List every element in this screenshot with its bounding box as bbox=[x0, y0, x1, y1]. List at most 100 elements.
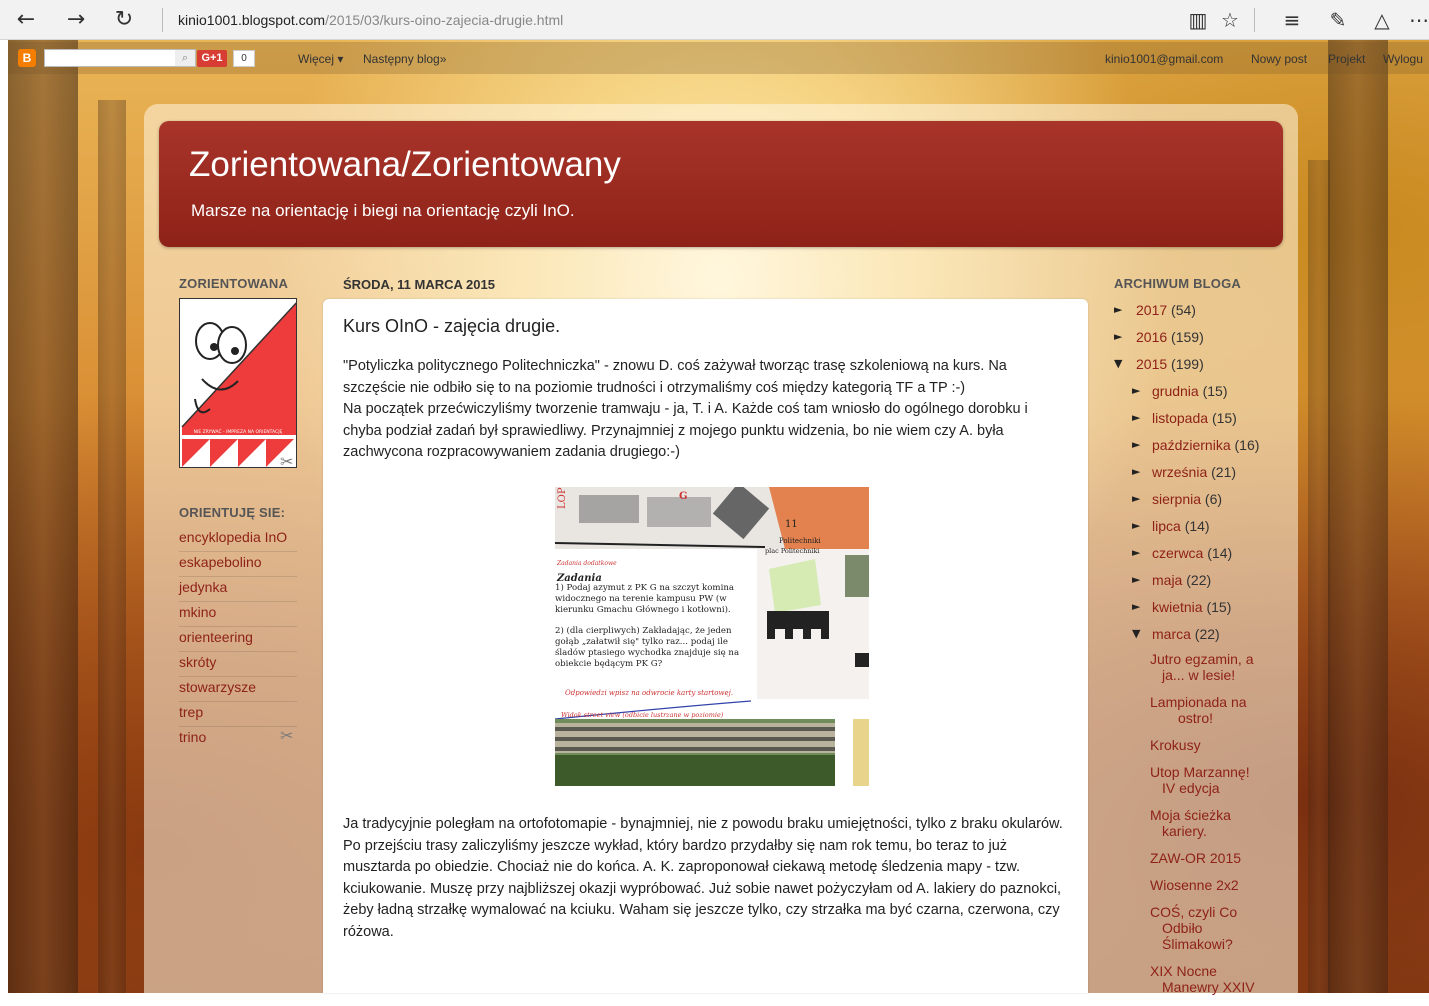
post-title[interactable]: Kurs OInO - zajęcia drugie. bbox=[343, 316, 560, 337]
collapse-arrow-icon[interactable]: ▼ bbox=[1114, 354, 1122, 374]
archive-post-link[interactable]: ZAW-OR 2015 bbox=[1114, 850, 1264, 866]
blog-title[interactable]: Zorientowana/Zorientowany bbox=[189, 145, 621, 185]
archive-post-link[interactable]: Utop Marzannę! IV edycja bbox=[1114, 764, 1264, 796]
archive-post-line: ZAW-OR 2015 bbox=[1150, 850, 1242, 866]
link-item[interactable]: trep bbox=[179, 702, 297, 727]
url-divider bbox=[162, 8, 163, 32]
archive-post-link[interactable]: Wiosenne 2x2 bbox=[1114, 877, 1264, 893]
archive-month[interactable]: ► października (16) bbox=[1114, 435, 1264, 462]
task-1: 1) Podaj azymut z PK G na szczyt komina … bbox=[555, 583, 734, 615]
blog-archive: ► 2017 (54) ► 2016 (159) ▼ 2015 (199) ► g… bbox=[1114, 300, 1264, 1006]
archive-count: (6) bbox=[1204, 491, 1223, 507]
archive-count: (159) bbox=[1171, 329, 1204, 345]
favorite-star-icon[interactable]: ☆ bbox=[1216, 6, 1244, 34]
profile-image[interactable]: NIE ZRYWAĆ - IMPREZA NA ORIENTACJĘ bbox=[179, 298, 297, 468]
link-item[interactable]: jedynka bbox=[179, 577, 297, 602]
archive-post-link[interactable]: COŚ, czyli Co Odbiło Ślimakowi? bbox=[1114, 904, 1264, 952]
expand-arrow-icon[interactable]: ► bbox=[1114, 327, 1122, 347]
more-menu[interactable]: Więcej ▾ bbox=[298, 52, 343, 66]
gplus-button[interactable]: G+1 bbox=[197, 50, 227, 67]
expand-arrow-icon[interactable]: ► bbox=[1114, 300, 1122, 320]
logout-link[interactable]: Wylogu bbox=[1383, 52, 1423, 66]
new-post-link[interactable]: Nowy post bbox=[1251, 52, 1307, 66]
blogger-logo-icon[interactable]: B bbox=[18, 49, 36, 67]
search-icon[interactable]: ⌕ bbox=[175, 50, 195, 66]
link-item[interactable]: eskapebolino bbox=[179, 552, 297, 577]
forward-icon[interactable]: → bbox=[62, 6, 90, 34]
archive-month-label[interactable]: grudnia bbox=[1152, 383, 1199, 399]
edit-gadget-icon[interactable]: ✂ bbox=[280, 726, 293, 746]
post-date-header: ŚRODA, 11 MARCA 2015 bbox=[343, 277, 495, 292]
archive-count: (14) bbox=[1184, 518, 1210, 534]
archive-month[interactable]: ► lipca (14) bbox=[1114, 516, 1264, 543]
archive-heading: ARCHIWUM BLOGA bbox=[1114, 276, 1242, 291]
link-item[interactable]: orienteering bbox=[179, 627, 297, 652]
archive-month[interactable]: ► listopada (15) bbox=[1114, 408, 1264, 435]
archive-month[interactable]: ▼ marca (22) bbox=[1114, 624, 1264, 651]
archive-month-label[interactable]: września bbox=[1152, 464, 1207, 480]
link-item[interactable]: skróty bbox=[179, 652, 297, 677]
expand-arrow-icon[interactable]: ► bbox=[1132, 381, 1140, 401]
web-note-icon[interactable]: ✎ bbox=[1324, 6, 1352, 34]
reading-view-icon[interactable]: ▥ bbox=[1184, 6, 1212, 34]
archive-month-label[interactable]: maja bbox=[1152, 572, 1182, 588]
archive-year-label[interactable]: 2017 bbox=[1136, 302, 1167, 318]
expand-arrow-icon[interactable]: ► bbox=[1132, 516, 1140, 536]
archive-post-link[interactable]: Krokusy bbox=[1114, 737, 1264, 753]
archive-year-2016[interactable]: ► 2016 (159) bbox=[1114, 327, 1264, 354]
archive-post-line: Odbiło Ślimakowi? bbox=[1162, 920, 1233, 952]
archive-month-label[interactable]: czerwca bbox=[1152, 545, 1203, 561]
archive-year-2015[interactable]: ▼ 2015 (199) bbox=[1114, 354, 1264, 381]
expand-arrow-icon[interactable]: ► bbox=[1132, 543, 1140, 563]
archive-post-link[interactable]: Moja ścieżka kariery. bbox=[1114, 807, 1264, 839]
archive-month[interactable]: ► maja (22) bbox=[1114, 570, 1264, 597]
archive-month[interactable]: ► kwietnia (15) bbox=[1114, 597, 1264, 624]
account-email[interactable]: kinio1001@gmail.com bbox=[1105, 52, 1223, 66]
expand-arrow-icon[interactable]: ► bbox=[1132, 435, 1140, 455]
archive-post-link[interactable]: Jutro egzamin, a ja... w lesie! bbox=[1114, 651, 1264, 683]
expand-arrow-icon[interactable]: ► bbox=[1132, 489, 1140, 509]
more-icon[interactable]: ⋯ bbox=[1405, 6, 1429, 34]
share-icon[interactable]: △ bbox=[1368, 6, 1396, 34]
hub-icon[interactable]: ≡ bbox=[1278, 6, 1306, 34]
archive-month-label[interactable]: lipca bbox=[1152, 518, 1181, 534]
edit-gadget-icon[interactable]: ✂ bbox=[280, 452, 293, 472]
archive-month-label[interactable]: marca bbox=[1152, 626, 1191, 642]
archive-post-line: Wiosenne 2x2 bbox=[1150, 877, 1239, 893]
archive-month[interactable]: ► czerwca (14) bbox=[1114, 543, 1264, 570]
blog-search-input[interactable]: ⌕ bbox=[44, 49, 196, 67]
link-item[interactable]: mkino bbox=[179, 602, 297, 627]
link-item[interactable]: stowarzysze bbox=[179, 677, 297, 702]
back-icon[interactable]: ← bbox=[12, 6, 40, 34]
archive-count: (199) bbox=[1171, 356, 1204, 372]
post-map-image[interactable]: LOP G 11 Politechniki plac Politechniki … bbox=[555, 487, 869, 786]
archive-count: (54) bbox=[1171, 302, 1196, 318]
expand-arrow-icon[interactable]: ► bbox=[1132, 462, 1140, 482]
archive-year-2017[interactable]: ► 2017 (54) bbox=[1114, 300, 1264, 327]
archive-month-label[interactable]: kwietnia bbox=[1152, 599, 1203, 615]
archive-post-link[interactable]: Lampionada na ostro! bbox=[1114, 694, 1264, 726]
expand-arrow-icon[interactable]: ► bbox=[1132, 597, 1140, 617]
archive-post-line: IV edycja bbox=[1162, 780, 1220, 796]
archive-month[interactable]: ► września (21) bbox=[1114, 462, 1264, 489]
archive-month-label[interactable]: sierpnia bbox=[1152, 491, 1201, 507]
archive-month[interactable]: ► sierpnia (6) bbox=[1114, 489, 1264, 516]
archive-count: (15) bbox=[1202, 383, 1228, 399]
expand-arrow-icon[interactable]: ► bbox=[1132, 408, 1140, 428]
link-item[interactable]: encyklopedia InO bbox=[179, 527, 297, 552]
design-link[interactable]: Projekt bbox=[1328, 52, 1365, 66]
blog-header: Zorientowana/Zorientowany Marsze na orie… bbox=[159, 121, 1283, 247]
archive-year-label[interactable]: 2016 bbox=[1136, 329, 1167, 345]
next-blog-link[interactable]: Następny blog» bbox=[363, 52, 446, 66]
archive-count: (22) bbox=[1194, 626, 1220, 642]
refresh-icon[interactable]: ↻ bbox=[110, 6, 138, 34]
expand-arrow-icon[interactable]: ► bbox=[1132, 570, 1140, 590]
collapse-arrow-icon[interactable]: ▼ bbox=[1132, 624, 1140, 644]
archive-month-label[interactable]: października bbox=[1152, 437, 1231, 453]
archive-post-link[interactable]: XIX Nocne Manewry XXIV bbox=[1114, 963, 1264, 995]
archive-month-label[interactable]: listopada bbox=[1152, 410, 1208, 426]
archive-month[interactable]: ► grudnia (15) bbox=[1114, 381, 1264, 408]
post-text: Ja tradycyjnie poległam na ortofotomapie… bbox=[343, 816, 1063, 832]
archive-year-label[interactable]: 2015 bbox=[1136, 356, 1167, 372]
address-bar[interactable]: kinio1001.blogspot.com/2015/03/kurs-oino… bbox=[178, 12, 563, 28]
